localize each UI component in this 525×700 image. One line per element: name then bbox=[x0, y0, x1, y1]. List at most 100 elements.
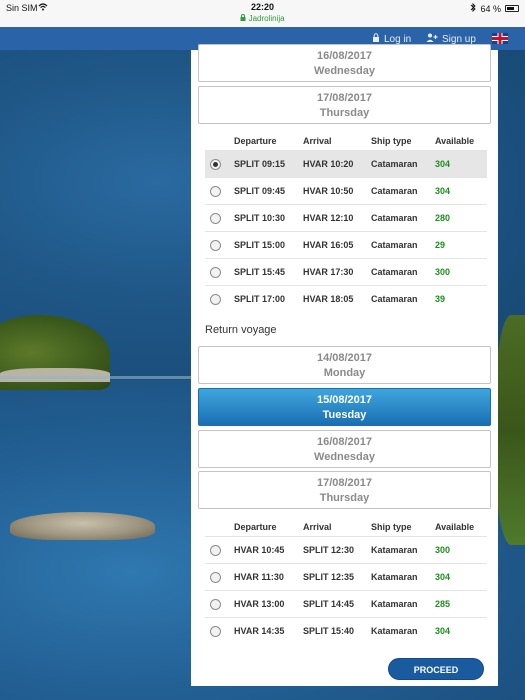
col-departure: Departure bbox=[234, 522, 277, 532]
table-row[interactable]: SPLIT 10:30 HVAR 12:10 Catamaran 280 bbox=[205, 204, 487, 231]
col-available: Available bbox=[435, 136, 475, 146]
departure-cell: SPLIT 09:15 bbox=[234, 159, 286, 169]
available-cell: 39 bbox=[435, 294, 446, 304]
ship-type-cell: Catamaran bbox=[371, 294, 418, 304]
departure-cell: SPLIT 15:00 bbox=[234, 240, 286, 250]
table-row[interactable]: SPLIT 09:15 HVAR 10:20 Catamaran 304 bbox=[205, 150, 487, 177]
day-text: Tuesday bbox=[322, 409, 367, 421]
available-cell: 304 bbox=[435, 186, 451, 196]
proceed-button[interactable]: PROCEED bbox=[388, 658, 484, 680]
col-ship-type: Ship type bbox=[371, 136, 412, 146]
available-cell: 285 bbox=[435, 599, 451, 609]
arrival-cell: HVAR 10:20 bbox=[303, 159, 354, 169]
table-row[interactable]: HVAR 11:30 SPLIT 12:35 Katamaran 304 bbox=[205, 563, 487, 590]
date-text: 17/08/2017 bbox=[316, 477, 373, 489]
day-text: Monday bbox=[323, 367, 366, 379]
ship-type-cell: Catamaran bbox=[371, 213, 418, 223]
date-option[interactable]: 16/08/2017 Wednesday bbox=[198, 44, 491, 82]
date-text: 14/08/2017 bbox=[316, 352, 373, 364]
row-radio[interactable] bbox=[210, 186, 221, 197]
ship-type-cell: Katamaran bbox=[371, 545, 418, 555]
table-row[interactable]: HVAR 10:45 SPLIT 12:30 Katamaran 300 bbox=[205, 536, 487, 563]
date-text: 15/08/2017 bbox=[316, 394, 373, 406]
row-radio[interactable] bbox=[210, 572, 221, 583]
row-radio[interactable] bbox=[210, 240, 221, 251]
available-cell: 304 bbox=[435, 626, 451, 636]
date-option[interactable]: 14/08/2017 Monday bbox=[198, 346, 491, 384]
return-voyage-heading: Return voyage bbox=[205, 324, 277, 336]
departure-cell: SPLIT 17:00 bbox=[234, 294, 286, 304]
available-cell: 304 bbox=[435, 572, 451, 582]
ship-type-cell: Catamaran bbox=[371, 267, 418, 277]
departure-cell: SPLIT 09:45 bbox=[234, 186, 286, 196]
ship-type-cell: Katamaran bbox=[371, 572, 418, 582]
row-radio[interactable] bbox=[210, 159, 221, 170]
ship-type-cell: Catamaran bbox=[371, 186, 418, 196]
col-ship-type: Ship type bbox=[371, 522, 412, 532]
available-cell: 300 bbox=[435, 545, 451, 555]
signup-label: Sign up bbox=[442, 33, 476, 45]
date-option[interactable]: 17/08/2017 Thursday bbox=[198, 86, 491, 124]
table-row[interactable]: HVAR 13:00 SPLIT 14:45 Katamaran 285 bbox=[205, 590, 487, 617]
url-text: Jadrolinija bbox=[248, 14, 285, 23]
departure-cell: HVAR 10:45 bbox=[234, 545, 285, 555]
table-header: Departure Arrival Ship type Available bbox=[205, 128, 487, 152]
date-text: 16/08/2017 bbox=[316, 50, 373, 62]
arrival-cell: SPLIT 12:35 bbox=[303, 572, 355, 582]
table-row[interactable]: SPLIT 15:45 HVAR 17:30 Catamaran 300 bbox=[205, 258, 487, 285]
url-bar[interactable]: Jadrolinija bbox=[0, 14, 525, 23]
login-label: Log in bbox=[384, 33, 412, 45]
departure-cell: SPLIT 10:30 bbox=[234, 213, 286, 223]
row-radio[interactable] bbox=[210, 213, 221, 224]
ship-type-cell: Katamaran bbox=[371, 626, 418, 636]
battery-icon bbox=[505, 5, 519, 12]
col-departure: Departure bbox=[234, 136, 277, 146]
col-arrival: Arrival bbox=[303, 522, 332, 532]
status-bar: Sin SIM 22:20 Jadrolinija 64 % bbox=[0, 0, 525, 27]
arrival-cell: SPLIT 15:40 bbox=[303, 626, 355, 636]
row-radio[interactable] bbox=[210, 545, 221, 556]
arrival-cell: HVAR 12:10 bbox=[303, 213, 354, 223]
island bbox=[10, 512, 155, 540]
row-radio[interactable] bbox=[210, 626, 221, 637]
coast-vegetation-right bbox=[495, 315, 525, 545]
date-option-selected[interactable]: 15/08/2017 Tuesday bbox=[198, 388, 491, 426]
departure-cell: SPLIT 15:45 bbox=[234, 267, 286, 277]
uk-flag-icon[interactable] bbox=[492, 33, 508, 44]
table-row[interactable]: SPLIT 17:00 HVAR 18:05 Catamaran 39 bbox=[205, 285, 487, 312]
table-row[interactable]: HVAR 14:35 SPLIT 15:40 Katamaran 304 bbox=[205, 617, 487, 644]
row-radio[interactable] bbox=[210, 294, 221, 305]
day-text: Wednesday bbox=[314, 65, 375, 77]
departure-cell: HVAR 11:30 bbox=[234, 572, 284, 582]
col-arrival: Arrival bbox=[303, 136, 332, 146]
available-cell: 29 bbox=[435, 240, 446, 250]
available-cell: 300 bbox=[435, 267, 451, 277]
day-text: Thursday bbox=[319, 492, 370, 504]
coast-rocks bbox=[0, 368, 110, 382]
arrival-cell: HVAR 18:05 bbox=[303, 294, 354, 304]
clock: 22:20 bbox=[250, 2, 275, 12]
date-option[interactable]: 16/08/2017 Wednesday bbox=[198, 430, 491, 468]
arrival-cell: HVAR 17:30 bbox=[303, 267, 354, 277]
status-right: 64 % bbox=[470, 2, 519, 14]
departure-cell: HVAR 14:35 bbox=[234, 626, 285, 636]
table-header: Departure Arrival Ship type Available bbox=[205, 514, 487, 538]
departure-cell: HVAR 13:00 bbox=[234, 599, 285, 609]
table-row[interactable]: SPLIT 15:00 HVAR 16:05 Catamaran 29 bbox=[205, 231, 487, 258]
arrival-cell: HVAR 16:05 bbox=[303, 240, 354, 250]
lock-icon bbox=[240, 14, 248, 23]
available-cell: 280 bbox=[435, 213, 451, 223]
bluetooth-icon bbox=[470, 2, 477, 14]
col-available: Available bbox=[435, 522, 475, 532]
date-text: 17/08/2017 bbox=[316, 92, 373, 104]
table-row[interactable]: SPLIT 09:45 HVAR 10:50 Catamaran 304 bbox=[205, 177, 487, 204]
booking-panel: 16/08/2017 Wednesday 17/08/2017 Thursday… bbox=[191, 44, 498, 686]
ship-type-cell: Catamaran bbox=[371, 159, 418, 169]
date-option[interactable]: 17/08/2017 Thursday bbox=[198, 471, 491, 509]
available-cell: 304 bbox=[435, 159, 451, 169]
battery-percent: 64 % bbox=[480, 3, 501, 14]
day-text: Thursday bbox=[319, 107, 370, 119]
ship-type-cell: Catamaran bbox=[371, 240, 418, 250]
row-radio[interactable] bbox=[210, 267, 221, 278]
row-radio[interactable] bbox=[210, 599, 221, 610]
